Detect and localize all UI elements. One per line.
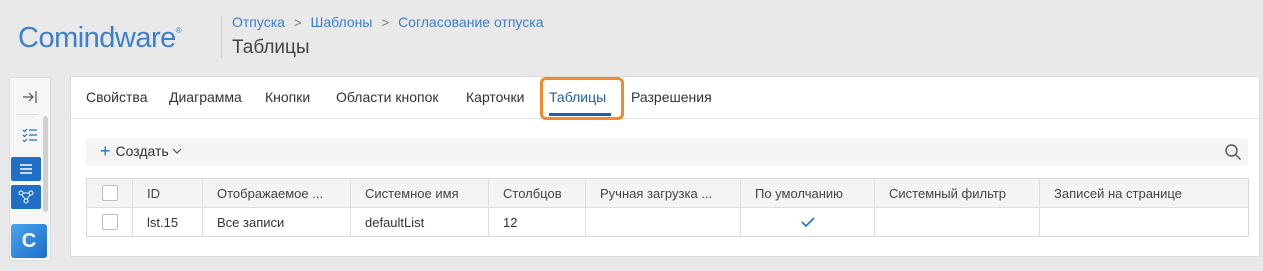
list-icon[interactable] bbox=[11, 157, 41, 181]
row-select-cell bbox=[86, 207, 133, 237]
cell-columns-count: 12 bbox=[488, 207, 586, 237]
tab-tables[interactable]: Таблицы bbox=[549, 89, 606, 105]
main-panel: Свойства Диаграмма Кнопки Области кнопок… bbox=[70, 76, 1260, 257]
breadcrumb-item-templates[interactable]: Шаблоны bbox=[311, 14, 373, 30]
breadcrumb-item-vacation-approval[interactable]: Согласование отпуска bbox=[398, 14, 543, 30]
column-header-system-name[interactable]: Системное имя bbox=[350, 178, 489, 208]
toolbar: + Создать bbox=[86, 138, 1248, 166]
create-button[interactable]: + Создать bbox=[100, 141, 182, 161]
tab-cards[interactable]: Карточки bbox=[466, 89, 524, 105]
tab-properties[interactable]: Свойства bbox=[86, 89, 147, 105]
logo-mark: ® bbox=[175, 26, 182, 35]
breadcrumb: Отпуска > Шаблоны > Согласование отпуска bbox=[232, 14, 543, 30]
cell-system-name: defaultList bbox=[350, 207, 489, 237]
collapse-icon[interactable] bbox=[10, 84, 50, 110]
app-logo-icon[interactable]: C bbox=[11, 224, 47, 258]
table-header-row: ID Отображаемое ... Системное имя Столбц… bbox=[86, 178, 1249, 208]
cell-id: lst.15 bbox=[132, 207, 203, 237]
create-button-label: Создать bbox=[115, 143, 169, 159]
column-header-columns-count[interactable]: Столбцов bbox=[488, 178, 586, 208]
cell-display-name: Все записи bbox=[202, 207, 351, 237]
column-header-id[interactable]: ID bbox=[132, 178, 203, 208]
breadcrumb-separator: > bbox=[293, 14, 302, 30]
active-tab-indicator bbox=[549, 113, 611, 116]
tab-permissions[interactable]: Разрешения bbox=[631, 89, 712, 105]
select-all-cell bbox=[86, 178, 133, 208]
column-header-default[interactable]: По умолчанию bbox=[740, 178, 875, 208]
logo-text: Comindware bbox=[18, 22, 176, 54]
row-checkbox[interactable] bbox=[101, 214, 118, 231]
search-icon[interactable] bbox=[1224, 143, 1242, 161]
table-row[interactable]: lst.15 Все записи defaultList 12 bbox=[86, 207, 1249, 237]
page-title: Таблицы bbox=[232, 37, 310, 58]
cell-default bbox=[740, 207, 875, 237]
checkmark-icon bbox=[755, 214, 874, 230]
rail-scrollbar[interactable] bbox=[43, 116, 48, 212]
column-header-manual-load[interactable]: Ручная загрузка ... bbox=[585, 178, 741, 208]
cell-system-filter bbox=[874, 207, 1040, 237]
tab-diagram[interactable]: Диаграмма bbox=[169, 89, 242, 105]
plus-icon: + bbox=[100, 141, 111, 161]
tab-bar: Свойства Диаграмма Кнопки Области кнопок… bbox=[71, 77, 1259, 120]
tab-button-areas[interactable]: Области кнопок bbox=[336, 89, 439, 105]
cell-records-per-page bbox=[1039, 207, 1249, 237]
select-all-checkbox[interactable] bbox=[101, 185, 118, 202]
column-header-system-filter[interactable]: Системный фильтр bbox=[874, 178, 1040, 208]
breadcrumb-item-vacations[interactable]: Отпуска bbox=[232, 14, 285, 30]
tab-buttons[interactable]: Кнопки bbox=[265, 89, 310, 105]
column-header-records-per-page[interactable]: Записей на странице bbox=[1039, 178, 1249, 208]
header-divider bbox=[221, 16, 222, 58]
left-rail: C bbox=[9, 77, 51, 261]
column-header-display-name[interactable]: Отображаемое ... bbox=[202, 178, 351, 208]
rail-divider bbox=[16, 114, 38, 115]
chevron-down-icon bbox=[172, 146, 182, 157]
tables-grid: ID Отображаемое ... Системное имя Столбц… bbox=[86, 178, 1249, 237]
cell-manual-load bbox=[585, 207, 741, 237]
diagram-icon[interactable] bbox=[11, 185, 41, 209]
comindware-logo[interactable]: Comindware® bbox=[18, 22, 182, 55]
breadcrumb-separator: > bbox=[381, 14, 390, 30]
